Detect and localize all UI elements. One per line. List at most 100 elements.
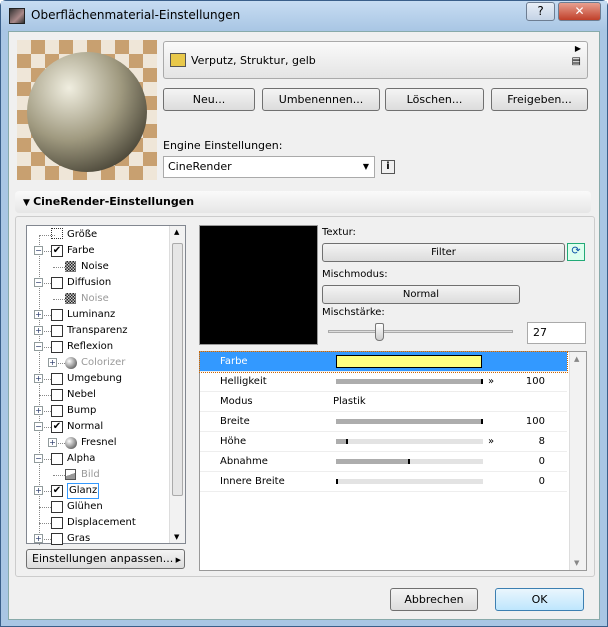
expand-icon[interactable]: + xyxy=(34,374,43,383)
tree-item[interactable]: − Alpha xyxy=(27,451,167,467)
collapse-icon[interactable]: − xyxy=(34,454,43,463)
tree-item[interactable]: + Transparenz xyxy=(27,323,167,339)
tree-item[interactable]: Noise xyxy=(27,291,167,307)
checkbox[interactable] xyxy=(51,405,63,417)
expand-icon[interactable]: + xyxy=(48,438,57,447)
tree-item[interactable]: + Colorizer xyxy=(27,355,167,371)
property-row[interactable]: Höhe » 8 xyxy=(200,432,567,452)
scroll-up-icon[interactable]: ▲ xyxy=(574,355,579,363)
checkbox[interactable] xyxy=(51,389,63,401)
collapse-icon[interactable]: − xyxy=(34,278,43,287)
scroll-down-icon[interactable]: ▼ xyxy=(574,559,579,567)
property-slider[interactable] xyxy=(336,459,483,464)
tree-item[interactable]: Noise xyxy=(27,259,167,275)
checkbox[interactable] xyxy=(51,277,63,289)
help-button[interactable]: ? xyxy=(526,2,555,21)
menu-arrow-icon[interactable]: ▶ xyxy=(575,44,581,53)
color-swatch[interactable] xyxy=(336,355,482,368)
property-row[interactable]: Breite 100 xyxy=(200,412,567,432)
property-slider[interactable] xyxy=(336,439,483,444)
property-value[interactable]: Plastik xyxy=(333,392,366,412)
property-slider[interactable] xyxy=(336,419,483,424)
checkbox[interactable] xyxy=(51,517,63,529)
property-row[interactable]: Helligkeit » 100 xyxy=(200,372,567,392)
new-button[interactable]: Neu... xyxy=(163,88,255,111)
tree-item[interactable]: Nebel xyxy=(27,387,167,403)
property-value[interactable]: 100 xyxy=(526,372,545,392)
property-value[interactable]: 0 xyxy=(539,452,545,472)
scroll-thumb[interactable] xyxy=(172,243,183,496)
tree-item[interactable]: + ✔ Glanz xyxy=(27,483,167,499)
tree-item[interactable]: Größe xyxy=(27,227,167,243)
tree-scrollbar[interactable]: ▲ ▼ xyxy=(169,226,185,543)
refresh-texture-icon[interactable]: ⟳ xyxy=(567,243,585,261)
checkbox[interactable] xyxy=(51,453,63,465)
tree-item-label: Noise xyxy=(81,261,109,272)
property-row[interactable]: Modus Plastik xyxy=(200,392,567,412)
expand-icon[interactable]: + xyxy=(34,310,43,319)
collapse-icon[interactable]: − xyxy=(34,246,43,255)
tree-item[interactable]: − Diffusion xyxy=(27,275,167,291)
delete-button[interactable]: Löschen... xyxy=(385,88,484,111)
settings-panel: Größe − ✔ Farbe Noise − Diffusion Noise + Luminan… xyxy=(15,216,595,577)
scroll-down-icon[interactable]: ▼ xyxy=(174,533,179,541)
checkbox[interactable]: ✔ xyxy=(51,245,63,257)
share-button[interactable]: Freigeben... xyxy=(491,88,588,111)
customize-settings-button[interactable]: Einstellungen anpassen... ▶ xyxy=(26,549,185,569)
blend-strength-input[interactable]: 27 xyxy=(527,322,586,344)
checkbox[interactable] xyxy=(51,309,63,321)
expand-icon[interactable]: + xyxy=(34,326,43,335)
property-row[interactable]: Farbe xyxy=(199,351,568,373)
channel-tree: Größe − ✔ Farbe Noise − Diffusion Noise + Luminan… xyxy=(26,225,186,547)
scroll-up-icon[interactable]: ▲ xyxy=(174,228,179,236)
cancel-button[interactable]: Abbrechen xyxy=(390,588,478,611)
filter-button[interactable]: Filter xyxy=(322,243,565,262)
property-slider[interactable] xyxy=(336,379,483,384)
tree-item[interactable]: Bild xyxy=(27,467,167,483)
collapse-icon[interactable]: − xyxy=(34,422,43,431)
texture-label: Textur: xyxy=(322,227,356,238)
property-value[interactable]: 8 xyxy=(539,432,545,452)
rename-button[interactable]: Umbenennen... xyxy=(262,88,380,111)
ok-button[interactable]: OK xyxy=(495,588,584,611)
checkbox[interactable] xyxy=(51,373,63,385)
property-name: Breite xyxy=(220,416,250,427)
tree-item[interactable]: Glühen xyxy=(27,499,167,515)
checkbox[interactable]: ✔ xyxy=(51,421,63,433)
info-icon[interactable]: i xyxy=(381,160,395,174)
tree-item[interactable]: + Luminanz xyxy=(27,307,167,323)
tree-item[interactable]: + Gras xyxy=(27,531,167,547)
property-value[interactable]: 0 xyxy=(539,472,545,492)
tree-item[interactable]: − Reflexion xyxy=(27,339,167,355)
expand-icon[interactable]: + xyxy=(34,486,43,495)
property-scrollbar[interactable]: ▲ ▼ xyxy=(569,352,586,570)
tree-item[interactable]: + Umgebung xyxy=(27,371,167,387)
property-value[interactable]: 100 xyxy=(526,412,545,432)
checkbox[interactable] xyxy=(51,501,63,513)
slider-thumb[interactable] xyxy=(374,323,384,341)
section-header[interactable]: ▼ CineRender-Einstellungen xyxy=(15,191,591,213)
blend-strength-slider[interactable] xyxy=(328,323,513,341)
property-row[interactable]: Abnahme 0 xyxy=(200,452,567,472)
expand-icon[interactable]: + xyxy=(34,534,43,543)
checkbox[interactable] xyxy=(51,341,63,353)
material-selector[interactable]: Verputz, Struktur, gelb ▶ ▤ xyxy=(163,41,588,79)
engine-dropdown[interactable]: CineRender ▼ xyxy=(163,156,375,178)
blend-mode-button[interactable]: Normal xyxy=(322,285,520,304)
tree-item[interactable]: Displacement xyxy=(27,515,167,531)
tree-item[interactable]: − ✔ Normal xyxy=(27,419,167,435)
property-row[interactable]: Innere Breite 0 xyxy=(200,472,567,492)
document-icon[interactable]: ▤ xyxy=(572,56,581,67)
checkbox[interactable]: ✔ xyxy=(51,485,63,497)
tree-item[interactable]: + Fresnel xyxy=(27,435,167,451)
close-button[interactable]: ✕ xyxy=(558,2,601,21)
tree-item[interactable]: − ✔ Farbe xyxy=(27,243,167,259)
collapse-icon[interactable]: − xyxy=(34,342,43,351)
checkbox[interactable] xyxy=(51,325,63,337)
tree-item-label: Farbe xyxy=(67,245,95,256)
expand-icon[interactable]: + xyxy=(34,406,43,415)
property-slider[interactable] xyxy=(336,479,483,484)
checkbox[interactable] xyxy=(51,533,63,545)
expand-icon[interactable]: + xyxy=(48,358,57,367)
tree-item[interactable]: + Bump xyxy=(27,403,167,419)
